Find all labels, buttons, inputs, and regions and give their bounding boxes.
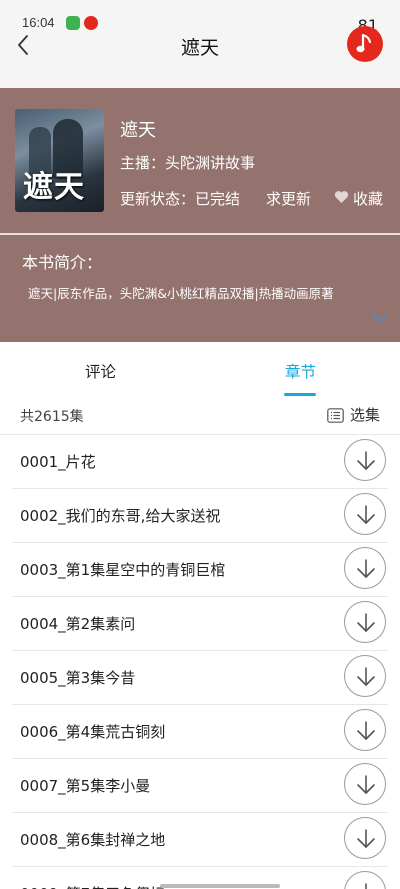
netease-notify-icon <box>84 16 98 30</box>
episode-row[interactable]: 0006_第4集荒古铜刻 <box>12 705 388 759</box>
top-bar: 16:04 81 遮天 <box>0 0 400 88</box>
episode-list-header: 共2615集 选集 <box>0 400 400 434</box>
home-indicator <box>160 884 280 888</box>
update-status: 更新状态：已完结 <box>120 190 241 208</box>
cover-title: 遮天 <box>23 170 85 205</box>
episode-title: 0007_第5集李小曼 <box>20 777 151 795</box>
download-icon <box>357 721 375 740</box>
episode-title: 0006_第4集荒古铜刻 <box>20 723 166 741</box>
download-icon <box>357 559 375 578</box>
download-icon <box>357 505 375 524</box>
download-button[interactable] <box>344 439 386 481</box>
book-host: 主播：头陀渊讲故事 <box>120 154 256 172</box>
episode-title: 0009_第7集五色祭坛 <box>20 883 165 889</box>
tab-comments[interactable]: 评论 <box>85 360 116 382</box>
episode-row[interactable]: 0002_我们的东哥,给大家送祝 <box>12 489 388 543</box>
select-episodes-button[interactable]: 选集 <box>327 404 380 425</box>
download-button[interactable] <box>344 493 386 535</box>
select-label: 选集 <box>349 406 380 424</box>
expand-intro-button[interactable] <box>370 309 388 328</box>
download-icon <box>365 883 367 889</box>
book-intro: 本书简介： 遮天|辰东作品，头陀渊&小桃红精品双播|热播动画原著 <box>0 235 400 342</box>
active-tab-indicator <box>284 393 316 396</box>
episode-row[interactable]: 0007_第5集李小曼 <box>12 759 388 813</box>
download-button[interactable] <box>344 547 386 589</box>
favorite-label: 收藏 <box>353 190 384 208</box>
episode-row[interactable]: 0008_第6集封禅之地 <box>12 813 388 867</box>
download-icon <box>357 613 375 632</box>
download-icon <box>357 775 375 794</box>
download-button[interactable] <box>344 655 386 697</box>
list-icon <box>327 408 344 423</box>
wechat-notify-icon <box>66 16 80 30</box>
episode-title: 0003_第1集星空中的青铜巨棺 <box>20 561 226 579</box>
episode-count: 共2615集 <box>20 409 84 425</box>
status-time: 16:04 <box>22 15 55 30</box>
download-button[interactable] <box>344 817 386 859</box>
request-update-button[interactable]: 求更新 <box>266 188 311 209</box>
book-title: 遮天 <box>120 120 156 141</box>
download-button[interactable] <box>344 763 386 805</box>
episode-row[interactable]: 0003_第1集星空中的青铜巨棺 <box>12 543 388 597</box>
favorite-button[interactable]: 收藏 <box>334 188 383 209</box>
book-cover: 遮天 <box>15 109 104 212</box>
episode-row[interactable]: 0004_第2集素问 <box>12 597 388 651</box>
download-icon <box>357 829 375 848</box>
chevron-down-icon <box>371 314 387 323</box>
now-playing-button[interactable] <box>347 26 383 62</box>
episode-title: 0005_第3集今昔 <box>20 669 136 687</box>
intro-heading: 本书简介： <box>22 253 103 272</box>
episode-title: 0004_第2集素问 <box>20 615 136 633</box>
download-icon <box>357 451 375 470</box>
episode-title: 0002_我们的东哥,给大家送祝 <box>20 507 221 525</box>
music-note-icon <box>356 33 372 53</box>
book-info-panel: 遮天 遮天 主播：头陀渊讲故事 更新状态：已完结 求更新 收藏 <box>0 88 400 233</box>
episode-title: 0008_第6集封禅之地 <box>20 831 166 849</box>
tab-bar: 评论 章节 <box>0 342 400 400</box>
download-button[interactable] <box>344 601 386 643</box>
download-button[interactable] <box>344 871 386 889</box>
episode-row[interactable]: 0005_第3集今昔 <box>12 651 388 705</box>
download-button[interactable] <box>344 709 386 751</box>
episode-row[interactable]: 0001_片花 <box>12 435 388 489</box>
heart-icon <box>334 191 349 203</box>
download-icon <box>357 667 375 686</box>
episode-title: 0001_片花 <box>20 453 96 471</box>
intro-text: 遮天|辰东作品，头陀渊&小桃红精品双播|热播动画原著 <box>28 286 334 301</box>
tab-chapters[interactable]: 章节 <box>285 360 316 382</box>
page-title: 遮天 <box>180 37 219 59</box>
